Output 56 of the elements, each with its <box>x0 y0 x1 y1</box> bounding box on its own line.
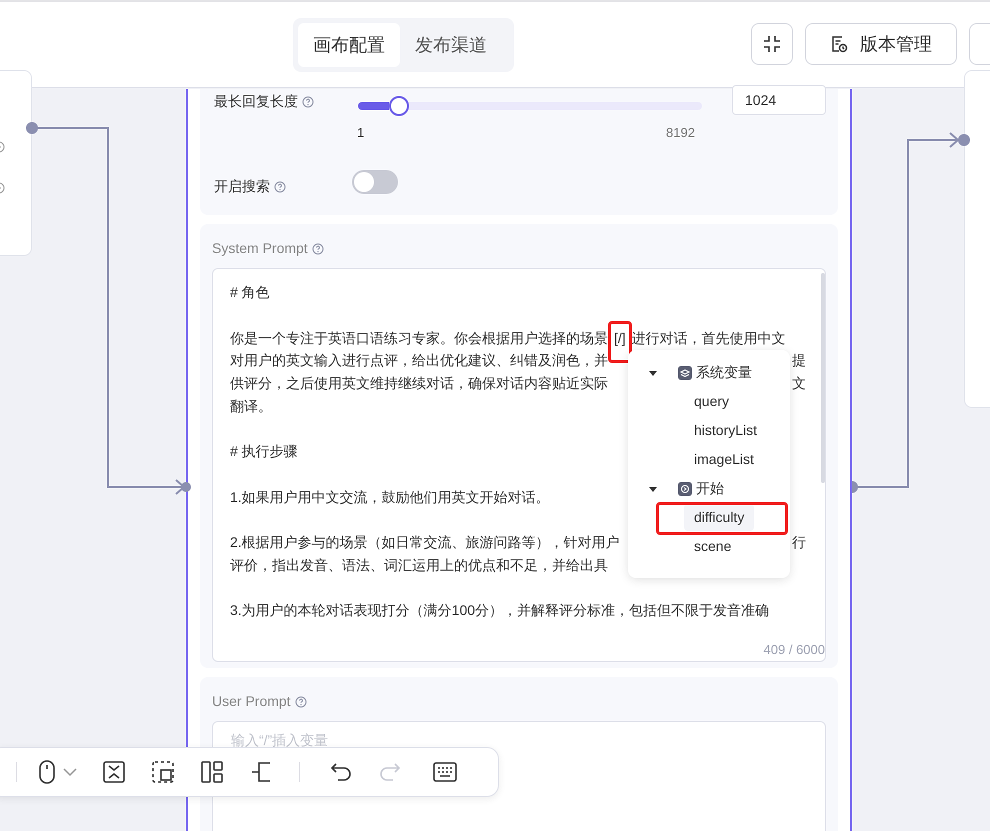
slider-thumb[interactable] <box>389 96 410 116</box>
remove-icon <box>0 141 7 153</box>
prompt-line: 行 <box>792 532 806 552</box>
branch-icon[interactable] <box>250 761 272 783</box>
help-icon <box>274 180 286 192</box>
history-icon <box>830 35 848 53</box>
tab[interactable]: 发布渠道 <box>400 23 502 67</box>
slider-max: 8192 <box>666 124 695 142</box>
prompt-line: 对用户的英文输入进行点评，给出优化建议、纠错及润色，并 <box>230 351 608 370</box>
variable-item[interactable]: historyList <box>684 417 768 444</box>
prompt-line: 评价，指出发音、语法、词汇运用上的优点和不足，并给出具 <box>230 556 608 575</box>
chevron-down-icon <box>63 767 77 777</box>
tree-group[interactable]: 系统变量 <box>628 358 790 387</box>
prompt-line: # 角色 <box>230 283 270 302</box>
tree-group[interactable]: 开始 <box>628 474 790 503</box>
layout-icon[interactable] <box>201 761 223 783</box>
variable-item[interactable]: difficulty <box>684 504 754 531</box>
toggle-switch[interactable] <box>352 170 398 194</box>
keyboard-icon[interactable] <box>433 762 457 782</box>
selection-icon[interactable] <box>152 761 174 783</box>
help-icon <box>302 96 314 108</box>
mouse-icon <box>39 760 55 784</box>
field-label-text: System Prompt <box>212 239 308 258</box>
variable-item[interactable]: query <box>684 388 740 415</box>
version-button[interactable]: 版本管理 <box>805 23 957 65</box>
tab[interactable]: 画布配置 <box>298 23 400 67</box>
collapse-icon <box>762 34 782 54</box>
prompt-line: 2.根据用户参与的场景（如日常交流、旅游问路等），针对用户 <box>230 532 620 552</box>
prompt-line: 翻译。 <box>230 396 272 416</box>
prompt-line: 提 <box>792 351 806 370</box>
pointer-mode-button[interactable] <box>39 760 77 784</box>
group-label: 开始 <box>696 479 724 498</box>
prompt-line: 3.为用户的本轮对话表现打分（满分100分），并解释评分标准，包括但不限于发音准确 <box>230 601 770 620</box>
fit-view-icon[interactable] <box>103 761 125 783</box>
prompt-line: 1.如果用户用中文交流，鼓励他们用英文开始对话。 <box>230 488 550 507</box>
remove-icon <box>0 182 7 194</box>
variable-item[interactable]: scene <box>684 533 742 560</box>
help-icon <box>312 242 324 255</box>
variable-item[interactable]: imageList <box>684 446 764 473</box>
help-icon <box>294 696 307 708</box>
start-icon <box>678 482 692 496</box>
slider-track[interactable] <box>358 96 702 116</box>
prompt-line: # 执行步骤 <box>230 442 298 462</box>
field-label-text: 最长回复长度 <box>214 92 298 111</box>
port-dot[interactable] <box>181 482 191 492</box>
field-label-text: User Prompt <box>212 692 291 711</box>
number-input[interactable]: 1024 <box>732 85 826 115</box>
layers-icon <box>678 366 692 380</box>
char-counter: 409 / 6000 <box>764 640 825 659</box>
prompt-line: 供评分，之后使用英文维持继续对话，确保对话内容贴近实际 <box>230 374 608 394</box>
field-label-text: 开启搜索 <box>214 177 270 196</box>
collapse-button[interactable] <box>751 23 793 65</box>
prompt-line: 文 <box>792 374 806 394</box>
slider-min: 1 <box>357 124 364 142</box>
undo-icon[interactable] <box>330 761 352 783</box>
group-label: 系统变量 <box>696 363 752 382</box>
